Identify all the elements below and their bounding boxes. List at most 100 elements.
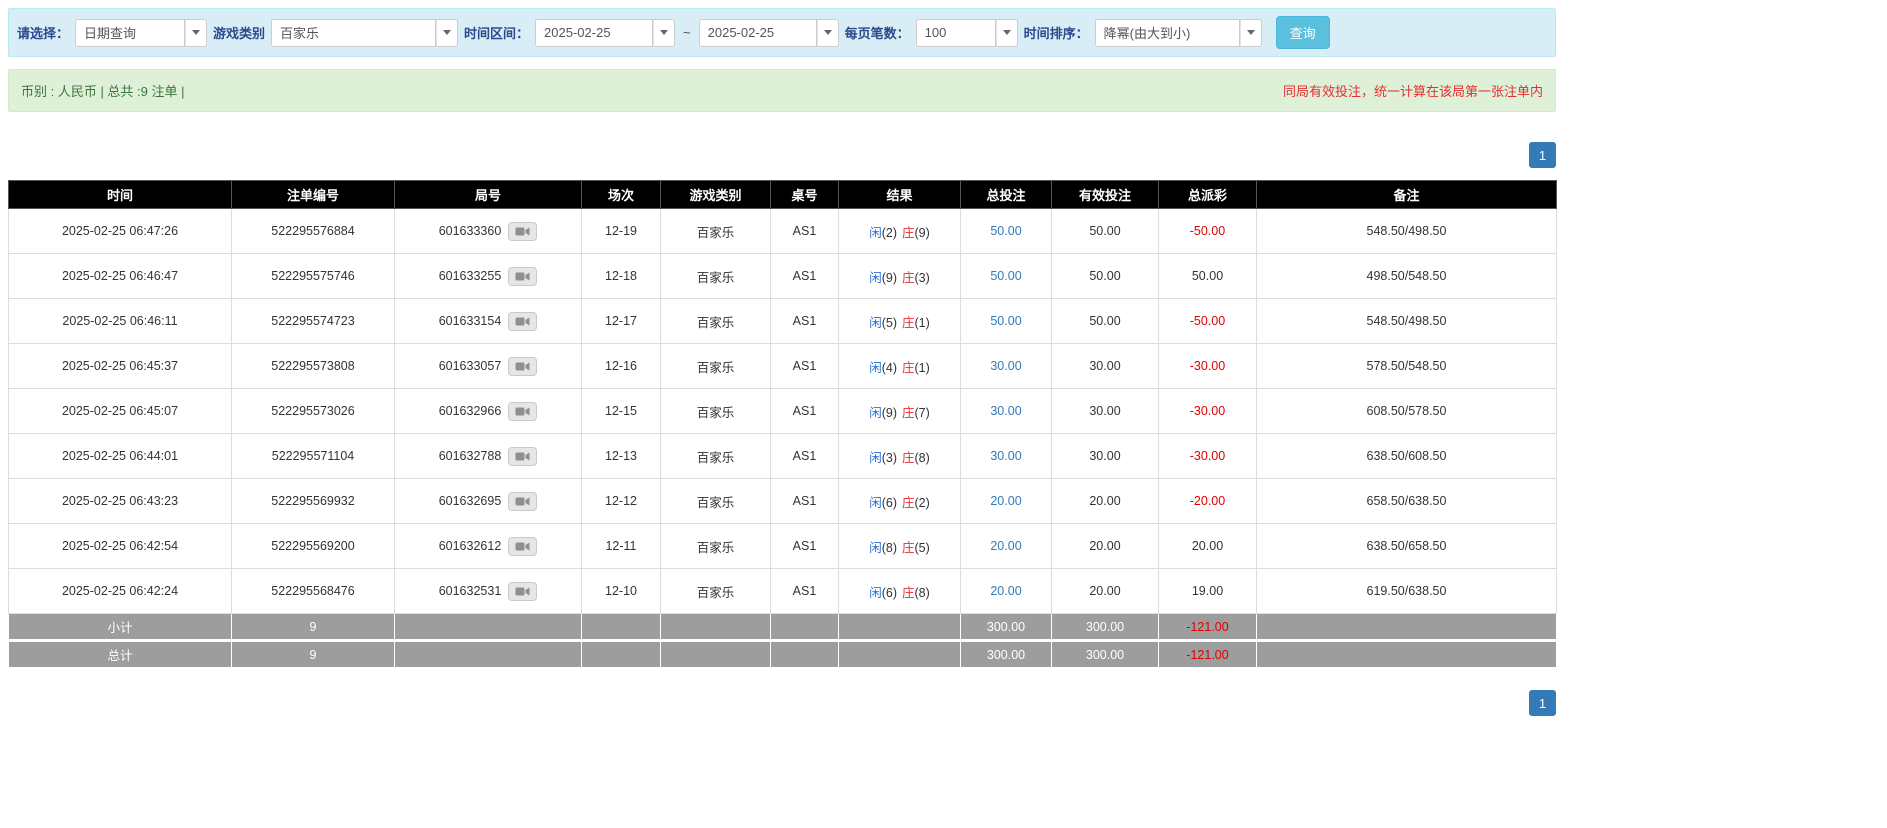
table-row: 2025-02-25 06:44:01 522295571104 6016327… (9, 434, 1557, 479)
header-result: 结果 (839, 181, 961, 209)
time-sort-caret-button[interactable] (1240, 19, 1262, 47)
round-number: 601632531 (439, 583, 502, 597)
cell-session: 12-11 (582, 524, 661, 569)
cell-valid-bet: 50.00 (1052, 254, 1159, 299)
player-result: 闲 (869, 541, 882, 555)
results-table: 时间 注单编号 局号 场次 游戏类别 桌号 结果 总投注 有效投注 总派彩 备注… (8, 180, 1557, 668)
game-category-input[interactable] (271, 19, 436, 47)
cell-total-bet[interactable]: 30.00 (961, 389, 1052, 434)
cell-valid-bet: 20.00 (1052, 569, 1159, 614)
round-number: 601633057 (439, 358, 502, 372)
cell-total-bet[interactable]: 50.00 (961, 299, 1052, 344)
cell-result: 闲(5)庄(1) (839, 299, 961, 344)
date-range-separator: ~ (681, 25, 693, 40)
cell-total-bet[interactable]: 30.00 (961, 434, 1052, 479)
date-to-caret-button[interactable] (817, 19, 839, 47)
select-type-label: 请选择： (17, 23, 69, 42)
table-row: 2025-02-25 06:47:26 522295576884 6016333… (9, 209, 1557, 254)
video-replay-icon[interactable] (508, 582, 537, 601)
cell-payout: -50.00 (1159, 209, 1257, 254)
cell-session: 12-15 (582, 389, 661, 434)
per-page-caret-button[interactable] (996, 19, 1018, 47)
cell-bet-id: 522295573026 (232, 389, 395, 434)
game-category-caret-button[interactable] (436, 19, 458, 47)
banker-result: 庄 (902, 316, 915, 330)
video-replay-icon[interactable] (508, 537, 537, 556)
info-bar: 币别 : 人民币 | 总共 :9 注单 | 同局有效投注，统一计算在该局第一张注… (8, 69, 1556, 112)
cell-result: 闲(2)庄(9) (839, 209, 961, 254)
query-type-caret-button[interactable] (185, 19, 207, 47)
cell-total-bet[interactable]: 20.00 (961, 569, 1052, 614)
chevron-down-icon (192, 30, 200, 35)
cell-time: 2025-02-25 06:45:37 (9, 344, 232, 389)
cell-game: 百家乐 (661, 479, 771, 524)
pagination-bottom: 1 (8, 690, 1556, 716)
subtotal-row: 小计 9 300.00 300.00 -121.00 (9, 614, 1557, 641)
cell-game: 百家乐 (661, 254, 771, 299)
page-1-button[interactable]: 1 (1529, 142, 1556, 168)
valid-bet-notice-text: 同局有效投注，统一计算在该局第一张注单内 (1283, 81, 1543, 100)
cell-total-bet[interactable]: 50.00 (961, 254, 1052, 299)
video-replay-icon[interactable] (508, 447, 537, 466)
video-replay-icon[interactable] (508, 267, 537, 286)
video-replay-icon[interactable] (508, 402, 537, 421)
video-replay-icon[interactable] (508, 492, 537, 511)
page-1-button[interactable]: 1 (1529, 690, 1556, 716)
video-replay-icon[interactable] (508, 357, 537, 376)
cell-time: 2025-02-25 06:47:26 (9, 209, 232, 254)
cell-valid-bet: 20.00 (1052, 524, 1159, 569)
cell-total-bet[interactable]: 20.00 (961, 524, 1052, 569)
cell-payout: -30.00 (1159, 434, 1257, 479)
cell-session: 12-13 (582, 434, 661, 479)
cell-total-bet[interactable]: 30.00 (961, 344, 1052, 389)
cell-time: 2025-02-25 06:42:24 (9, 569, 232, 614)
cell-payout: 19.00 (1159, 569, 1257, 614)
cell-remark: 638.50/608.50 (1257, 434, 1557, 479)
cell-table-no: AS1 (771, 209, 839, 254)
time-sort-input[interactable] (1095, 19, 1240, 47)
header-total-bet: 总投注 (961, 181, 1052, 209)
cell-total-bet[interactable]: 50.00 (961, 209, 1052, 254)
round-number: 601633360 (439, 223, 502, 237)
table-row: 2025-02-25 06:43:23 522295569932 6016326… (9, 479, 1557, 524)
cell-round: 601632612 (395, 524, 582, 569)
cell-round: 601633057 (395, 344, 582, 389)
cell-payout: -30.00 (1159, 389, 1257, 434)
round-number: 601632788 (439, 448, 502, 462)
header-payout: 总派彩 (1159, 181, 1257, 209)
player-result: 闲 (869, 226, 882, 240)
chevron-down-icon (824, 30, 832, 35)
cell-remark: 548.50/498.50 (1257, 209, 1557, 254)
cell-valid-bet: 30.00 (1052, 434, 1159, 479)
header-game: 游戏类别 (661, 181, 771, 209)
cell-total-bet[interactable]: 20.00 (961, 479, 1052, 524)
cell-bet-id: 522295575746 (232, 254, 395, 299)
cell-remark: 658.50/638.50 (1257, 479, 1557, 524)
cell-session: 12-10 (582, 569, 661, 614)
player-result: 闲 (869, 406, 882, 420)
header-valid-bet: 有效投注 (1052, 181, 1159, 209)
cell-session: 12-12 (582, 479, 661, 524)
cell-table-no: AS1 (771, 434, 839, 479)
banker-result: 庄 (902, 226, 915, 240)
header-remark: 备注 (1257, 181, 1557, 209)
cell-time: 2025-02-25 06:44:01 (9, 434, 232, 479)
grand-total-total-bet: 300.00 (961, 641, 1052, 668)
cell-game: 百家乐 (661, 299, 771, 344)
query-type-input[interactable] (75, 19, 185, 47)
chevron-down-icon (443, 30, 451, 35)
date-to-input[interactable] (699, 19, 817, 47)
video-replay-icon[interactable] (508, 312, 537, 331)
cell-game: 百家乐 (661, 389, 771, 434)
query-button[interactable]: 查询 (1276, 16, 1330, 49)
per-page-input[interactable] (916, 19, 996, 47)
chevron-down-icon (1247, 30, 1255, 35)
cell-table-no: AS1 (771, 524, 839, 569)
video-replay-icon[interactable] (508, 222, 537, 241)
cell-session: 12-17 (582, 299, 661, 344)
date-from-caret-button[interactable] (653, 19, 675, 47)
cell-remark: 638.50/658.50 (1257, 524, 1557, 569)
banker-result: 庄 (902, 361, 915, 375)
cell-time: 2025-02-25 06:46:11 (9, 299, 232, 344)
date-from-input[interactable] (535, 19, 653, 47)
